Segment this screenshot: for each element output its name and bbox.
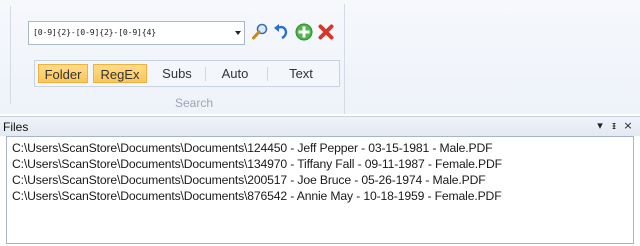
pattern-value: [0-9]{2}-[0-9]{2}-[0-9]{4} (33, 27, 156, 37)
add-icon[interactable] (294, 22, 314, 42)
close-icon[interactable]: × (621, 118, 635, 134)
search-group: [0-9]{2}-[0-9]{2}-[0-9]{4} Folder RegEx … (14, 4, 345, 114)
mode-separator (267, 67, 268, 81)
file-list-item[interactable]: C:\Users\ScanStore\Documents\Documents\2… (12, 173, 486, 189)
pin-icon[interactable]: ᵻ (607, 118, 621, 134)
files-panel-title: Files (3, 120, 29, 134)
auto-toggle[interactable]: Auto (208, 64, 262, 83)
regex-toggle[interactable]: RegEx (93, 64, 147, 83)
panel-dropdown-icon[interactable]: ▾ (593, 118, 607, 134)
text-toggle[interactable]: Text (271, 64, 331, 83)
undo-icon[interactable] (272, 22, 292, 42)
search-icon[interactable] (250, 22, 270, 42)
delete-icon[interactable] (316, 22, 336, 42)
files-list[interactable]: C:\Users\ScanStore\Documents\Documents\1… (6, 136, 634, 244)
subs-toggle[interactable]: Subs (152, 64, 202, 83)
file-list-item[interactable]: C:\Users\ScanStore\Documents\Documents\8… (12, 189, 502, 205)
ribbon-divider (10, 6, 11, 104)
pattern-combobox[interactable]: [0-9]{2}-[0-9]{2}-[0-9]{4} (28, 21, 245, 45)
file-list-item[interactable]: C:\Users\ScanStore\Documents\Documents\1… (12, 157, 502, 173)
files-panel-header: Files ▾ ᵻ × (0, 116, 640, 136)
search-mode-bar: Folder RegEx Subs Auto Text (34, 60, 340, 87)
ribbon: [0-9]{2}-[0-9]{2}-[0-9]{4} Folder RegEx … (0, 0, 640, 114)
mode-separator (205, 67, 206, 81)
folder-toggle[interactable]: Folder (38, 64, 88, 83)
search-group-label: Search (174, 96, 214, 110)
chevron-down-icon[interactable] (235, 31, 241, 35)
file-list-item[interactable]: C:\Users\ScanStore\Documents\Documents\1… (12, 141, 493, 157)
